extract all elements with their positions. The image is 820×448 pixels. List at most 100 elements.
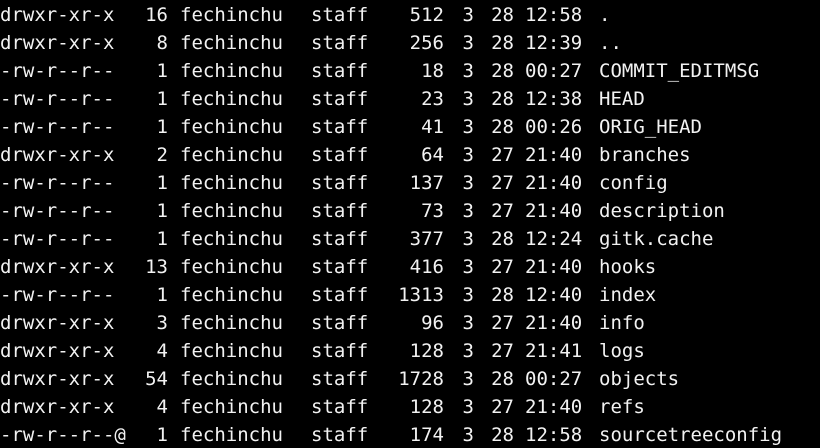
link-count-text: 4 [156,396,168,418]
group-text: staff [311,116,369,138]
file-name-text: COMMIT_EDITMSG [599,60,760,82]
month-text: 3 [462,256,474,278]
time-text: 21:40 [525,396,583,418]
day-text: 28 [491,284,514,306]
link-count-text: 1 [156,200,168,222]
time-text: 00:26 [525,116,583,138]
group-text: staff [311,144,369,166]
month-text: 3 [462,60,474,82]
month-text: 3 [462,32,474,54]
day-text: 28 [491,116,514,138]
group-text: staff [311,172,369,194]
month-text: 3 [462,340,474,362]
link-count-text: 1 [156,172,168,194]
day-text: 27 [491,144,514,166]
owner-text: fechinchu [180,200,283,222]
file-name-text: ORIG_HEAD [599,116,702,138]
link-count-text: 1 [156,424,168,446]
link-count-text: 8 [156,32,168,54]
file-size-text: 96 [421,312,444,334]
month-text: 3 [462,228,474,250]
file-name-text: objects [599,368,680,390]
day-text: 28 [491,88,514,110]
time-text: 00:27 [525,368,583,390]
permissions-text: -rw-r--r-- [0,60,115,82]
group-text: staff [311,368,369,390]
link-count-text: 1 [156,284,168,306]
group-text: staff [311,424,369,446]
file-name-text: . [599,4,611,26]
file-size-text: 256 [409,32,444,54]
file-size-text: 377 [409,228,444,250]
file-size-text: 1313 [398,284,444,306]
file-name-text: refs [599,396,645,418]
permissions-text: drwxr-xr-x [0,144,115,166]
file-name-text: index [599,284,657,306]
group-text: staff [311,200,369,222]
month-text: 3 [462,172,474,194]
month-text: 3 [462,116,474,138]
owner-text: fechinchu [180,32,283,54]
owner-text: fechinchu [180,368,283,390]
file-name-text: HEAD [599,88,645,110]
day-text: 28 [491,32,514,54]
day-text: 28 [491,368,514,390]
file-name-text: logs [599,340,645,362]
day-text: 27 [491,172,514,194]
group-text: staff [311,256,369,278]
file-name-text: description [599,200,725,222]
permissions-text: -rw-r--r-- [0,200,115,222]
time-text: 21:40 [525,256,583,278]
day-text: 27 [491,340,514,362]
permissions-text: drwxr-xr-x [0,368,115,390]
group-text: staff [311,396,369,418]
terminal-output[interactable]: drwxr-xr-x 16 fechinchu staff 512 3 28 12:58. dr… [0,0,820,448]
group-text: staff [311,60,369,82]
time-text: 12:58 [525,424,583,446]
time-text: 12:38 [525,88,583,110]
owner-text: fechinchu [180,424,283,446]
file-name-text: config [599,172,668,194]
time-text: 12:58 [525,4,583,26]
permissions-text: drwxr-xr-x [0,256,115,278]
file-name-text: .. [599,32,622,54]
month-text: 3 [462,424,474,446]
day-text: 28 [491,228,514,250]
permissions-text: drwxr-xr-x [0,32,115,54]
day-text: 28 [491,60,514,82]
file-size-text: 73 [421,200,444,222]
owner-text: fechinchu [180,312,283,334]
permissions-text: drwxr-xr-x [0,312,115,334]
month-text: 3 [462,396,474,418]
group-text: staff [311,32,369,54]
file-size-text: 23 [421,88,444,110]
time-text: 21:40 [525,144,583,166]
month-text: 3 [462,368,474,390]
month-text: 3 [462,312,474,334]
month-text: 3 [462,144,474,166]
day-text: 27 [491,312,514,334]
group-text: staff [311,312,369,334]
file-size-text: 416 [409,256,444,278]
time-text: 21:40 [525,172,583,194]
group-text: staff [311,340,369,362]
time-text: 21:41 [525,340,583,362]
file-name-text: info [599,312,645,334]
file-name-text: sourcetreeconfig [599,424,783,446]
day-text: 27 [491,200,514,222]
link-count-text: 16 [145,4,168,26]
file-name-text: branches [599,144,691,166]
group-text: staff [311,88,369,110]
time-text: 12:39 [525,32,583,54]
month-text: 3 [462,284,474,306]
permissions-text: -rw-r--r-- [0,172,115,194]
file-size-text: 128 [409,340,444,362]
day-text: 27 [491,256,514,278]
link-count-text: 54 [145,368,168,390]
owner-text: fechinchu [180,284,283,306]
month-text: 3 [462,4,474,26]
file-name-text: gitk.cache [599,228,714,250]
file-size-text: 512 [409,4,444,26]
link-count-text: 3 [156,312,168,334]
owner-text: fechinchu [180,144,283,166]
